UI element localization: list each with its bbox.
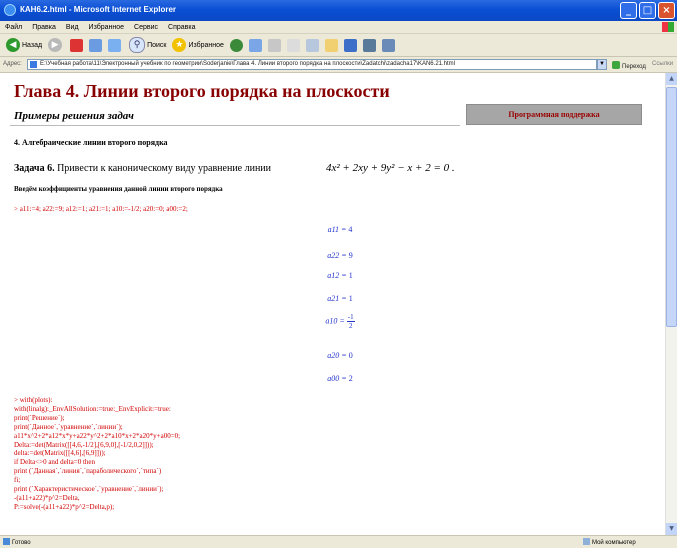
print-icon[interactable] bbox=[286, 38, 300, 52]
code-line: a11*x^2+2*a12*x*y+a22*y^2+2*a10*x+2*a20*… bbox=[14, 431, 181, 440]
title-bar: КАН6.2.html - Microsoft Internet Explore… bbox=[0, 0, 677, 21]
status-left: Готово bbox=[3, 538, 31, 546]
code-line: print (`Данная`,`линия`,`параболического… bbox=[14, 467, 162, 476]
page-icon bbox=[30, 61, 37, 68]
task-label: Задача 6. bbox=[14, 163, 55, 174]
messenger-icon[interactable] bbox=[362, 38, 376, 52]
windows-logo-icon bbox=[662, 22, 674, 32]
coef-a21: a21 = 1 bbox=[327, 294, 353, 303]
links-button[interactable]: Ссылки bbox=[652, 61, 673, 67]
toolbar: ◀ Назад ▶ ⚲ Поиск ★ Избранное bbox=[0, 34, 677, 57]
minimize-button[interactable]: _ bbox=[620, 2, 637, 19]
menu-help[interactable]: Справка bbox=[163, 24, 200, 31]
address-bar: Адрес: E:\Учебная работа\11\Электронный … bbox=[0, 57, 677, 73]
back-arrow-icon: ◀ bbox=[6, 38, 20, 52]
close-button[interactable]: × bbox=[658, 2, 675, 19]
page-content: Глава 4. Линии второго порядка на плоско… bbox=[0, 73, 665, 535]
refresh-icon[interactable] bbox=[89, 38, 103, 52]
go-label: Переход bbox=[622, 64, 646, 70]
maximize-button[interactable]: □ bbox=[639, 2, 656, 19]
search-button[interactable]: ⚲ Поиск bbox=[129, 37, 166, 53]
code-line: print(`Данное`,`уравнение`,`линии`); bbox=[14, 422, 123, 431]
fraction: -1 2 bbox=[346, 313, 355, 330]
page-done-icon bbox=[3, 538, 10, 545]
code-line: with(linalg):_EnvAllSolution:=true:_EnvE… bbox=[14, 404, 171, 413]
window-title: КАН6.2.html - Microsoft Internet Explore… bbox=[20, 5, 177, 14]
coef-a11: a11 = 4 bbox=[327, 225, 353, 234]
forward-arrow-icon: ▶ bbox=[48, 38, 63, 52]
code-line: P:=solve(-(a11+a22)*p^2=Delta,p); bbox=[14, 502, 115, 511]
chapter-title: Глава 4. Линии второго порядка на плоско… bbox=[14, 81, 390, 101]
search-label: Поиск bbox=[147, 41, 167, 49]
search-icon: ⚲ bbox=[129, 37, 146, 53]
star-icon: ★ bbox=[172, 38, 187, 52]
forward-button[interactable]: ▶ bbox=[48, 38, 64, 52]
mail-icon[interactable] bbox=[267, 38, 281, 52]
stop-icon[interactable] bbox=[70, 38, 84, 52]
address-label: Адрес: bbox=[3, 61, 22, 67]
home-icon[interactable] bbox=[108, 38, 122, 52]
address-dropdown-button[interactable]: ▼ bbox=[597, 59, 607, 70]
back-label: Назад bbox=[22, 41, 43, 49]
favorites-label: Избранное bbox=[188, 41, 224, 49]
history-icon[interactable] bbox=[248, 38, 262, 52]
scroll-thumb[interactable] bbox=[666, 87, 677, 327]
menu-view[interactable]: Вид bbox=[61, 24, 84, 31]
ie-icon bbox=[4, 4, 16, 16]
coef-a12: a12 = 1 bbox=[327, 271, 353, 280]
coef-a10: a10 = -1 2 bbox=[325, 313, 355, 330]
back-button[interactable]: ◀ Назад bbox=[6, 38, 42, 52]
scroll-up-icon[interactable]: ▲ bbox=[666, 73, 677, 85]
scroll-down-icon[interactable]: ▼ bbox=[666, 523, 677, 535]
edit-icon[interactable] bbox=[305, 38, 319, 52]
maple-code-block: > with(plots): with(linalg):_EnvAllSoluti… bbox=[14, 396, 180, 512]
task-equation: 4x² + 2xy + 9y² − x + 2 = 0 . bbox=[326, 162, 455, 174]
favorites-button[interactable]: ★ Избранное bbox=[172, 38, 224, 52]
window-controls: _ □ × bbox=[620, 2, 675, 19]
menu-file[interactable]: Файл bbox=[0, 24, 27, 31]
research-icon[interactable] bbox=[381, 38, 395, 52]
task-statement: Задача 6. Привести к каноническому виду … bbox=[14, 162, 455, 174]
maple-input-coefficients: > a11:=4; a22:=9; a12:=1; a21:=1; a10:=-… bbox=[14, 205, 188, 213]
divider bbox=[10, 125, 460, 126]
coef-a20: a20 = 0 bbox=[327, 351, 353, 360]
code-line: > with(plots): bbox=[14, 396, 53, 404]
code-line: print(`Решение`); bbox=[14, 413, 65, 422]
code-line: Delta:=det(Matrix([[4,6,-1/2],[6,9,0],[-… bbox=[14, 440, 154, 449]
status-bar: Готово Мой компьютер bbox=[0, 535, 677, 548]
task-text: Привести к каноническому виду уравнение … bbox=[54, 163, 272, 174]
address-url: E:\Учебная работа\11\Электронный учебник… bbox=[40, 61, 455, 67]
menu-bar: Файл Правка Вид Избранное Сервис Справка bbox=[0, 21, 677, 34]
section-heading: 4. Алгебраические линии второго порядка bbox=[14, 138, 168, 147]
code-line: -(a11+a22)*p^2=Delta, bbox=[14, 493, 80, 502]
code-line: delta:=det(Matrix([[4,6],[6,9]])); bbox=[14, 449, 106, 458]
code-line: if Delta<>0 and delta=0 then bbox=[14, 458, 96, 467]
address-input[interactable]: E:\Учебная работа\11\Электронный учебник… bbox=[27, 59, 597, 70]
code-line: print (`Характеристическое`,`уравнение`,… bbox=[14, 485, 164, 494]
coef-a00: a00 = 2 bbox=[327, 374, 353, 383]
software-support-button[interactable]: Программная поддержка bbox=[466, 104, 642, 125]
go-arrow-icon bbox=[612, 61, 620, 69]
go-button[interactable]: Переход bbox=[612, 61, 646, 70]
menu-favorites[interactable]: Избранное bbox=[84, 24, 129, 31]
code-line: fi; bbox=[14, 476, 21, 485]
word-icon[interactable] bbox=[343, 38, 357, 52]
page-subtitle: Примеры решения задач bbox=[14, 110, 134, 122]
menu-tools[interactable]: Сервис bbox=[129, 24, 163, 31]
status-zone: Мой компьютер bbox=[583, 538, 636, 546]
folder-icon[interactable] bbox=[324, 38, 338, 52]
media-icon[interactable] bbox=[229, 38, 243, 52]
coef-a22: a22 = 9 bbox=[327, 251, 353, 260]
vertical-scrollbar[interactable]: ▲ ▼ bbox=[665, 73, 677, 535]
computer-icon bbox=[583, 538, 590, 545]
intro-text: Введём коэффициенты уравнения данной лин… bbox=[14, 185, 223, 193]
menu-edit[interactable]: Правка bbox=[27, 24, 61, 31]
